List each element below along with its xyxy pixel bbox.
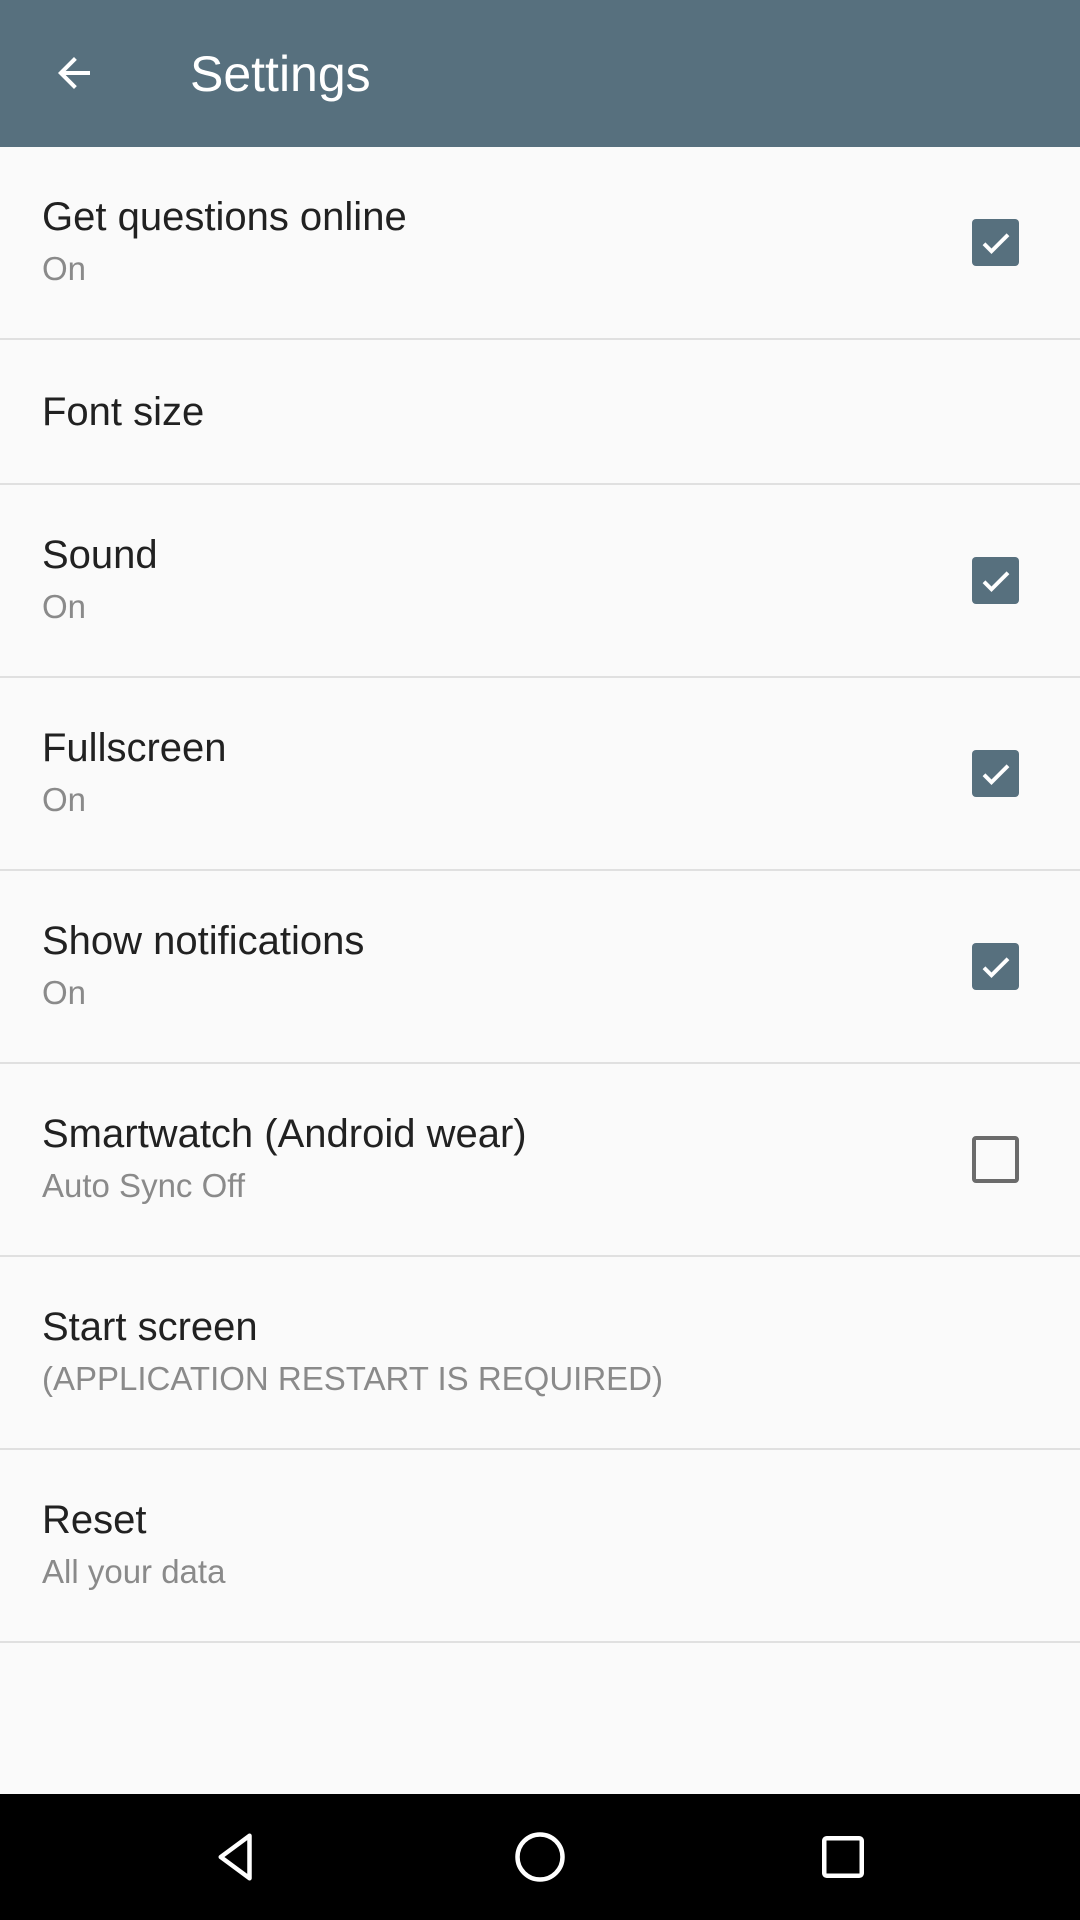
check-icon xyxy=(982,956,1009,978)
check-icon xyxy=(982,763,1009,785)
smartwatch-checkbox[interactable] xyxy=(972,1136,1019,1183)
setting-title: Font size xyxy=(42,390,205,434)
setting-title: Fullscreen xyxy=(42,726,227,770)
nav-recents-button[interactable] xyxy=(803,1817,883,1897)
nav-back-icon xyxy=(218,1833,252,1881)
setting-summary: All your data xyxy=(42,1553,226,1590)
setting-summary: (APPLICATION RESTART IS REQUIRED) xyxy=(42,1360,663,1397)
setting-fullscreen[interactable]: Fullscreen On xyxy=(0,678,1080,871)
get-questions-online-checkbox[interactable] xyxy=(972,219,1019,266)
setting-smartwatch[interactable]: Smartwatch (Android wear) Auto Sync Off xyxy=(0,1064,1080,1257)
nav-recents-icon xyxy=(822,1836,864,1878)
setting-get-questions-online[interactable]: Get questions online On xyxy=(0,147,1080,340)
setting-summary: Auto Sync Off xyxy=(42,1167,245,1204)
setting-summary: On xyxy=(42,781,87,818)
setting-start-screen[interactable]: Start screen (APPLICATION RESTART IS REQ… xyxy=(0,1257,1080,1450)
setting-title: Get questions online xyxy=(42,195,407,239)
settings-screen: Settings Get questions online On Font si… xyxy=(0,0,1080,1920)
setting-font-size[interactable]: Font size xyxy=(0,340,1080,485)
setting-summary: On xyxy=(42,974,87,1011)
page-title: Settings xyxy=(190,46,371,102)
show-notifications-checkbox[interactable] xyxy=(972,943,1019,990)
nav-back-button[interactable] xyxy=(197,1817,277,1897)
fullscreen-checkbox[interactable] xyxy=(972,750,1019,797)
setting-title: Reset xyxy=(42,1498,147,1542)
navigation-bar xyxy=(0,1794,1080,1920)
setting-show-notifications[interactable]: Show notifications On xyxy=(0,871,1080,1064)
setting-title: Sound xyxy=(42,533,158,577)
settings-list: Get questions online On Font size Sound … xyxy=(0,147,1080,1643)
nav-home-icon xyxy=(515,1832,565,1882)
toolbar: Settings xyxy=(0,0,1080,147)
setting-title: Smartwatch (Android wear) xyxy=(42,1112,527,1156)
sound-checkbox[interactable] xyxy=(972,557,1019,604)
check-icon xyxy=(982,232,1009,254)
nav-home-button[interactable] xyxy=(500,1817,580,1897)
setting-title: Start screen xyxy=(42,1305,258,1349)
setting-reset[interactable]: Reset All your data xyxy=(0,1450,1080,1643)
setting-summary: On xyxy=(42,250,87,287)
setting-sound[interactable]: Sound On xyxy=(0,485,1080,678)
back-button[interactable] xyxy=(38,37,110,109)
arrow-back-icon xyxy=(58,57,90,89)
check-icon xyxy=(982,570,1009,592)
setting-summary: On xyxy=(42,588,87,625)
setting-title: Show notifications xyxy=(42,919,365,963)
